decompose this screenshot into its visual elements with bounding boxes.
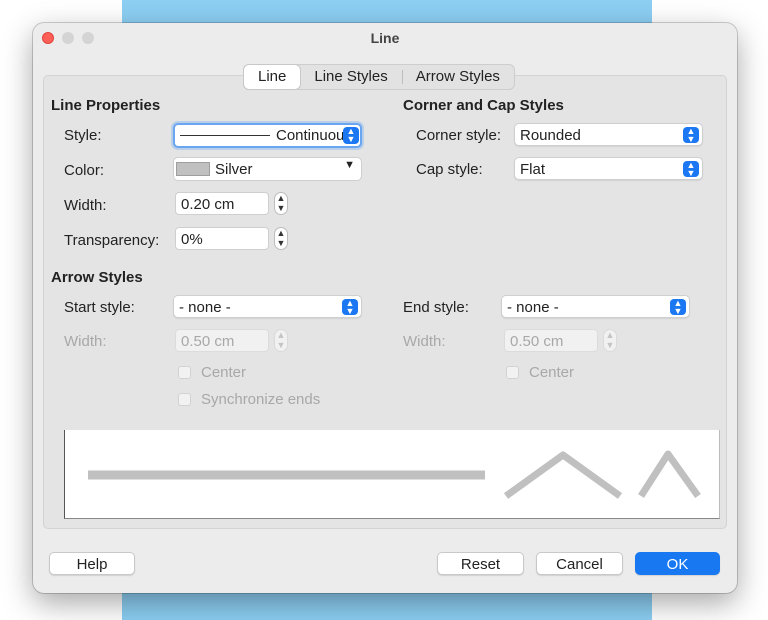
- transparency-stepper[interactable]: ▲ ▼: [274, 227, 288, 250]
- title-bar: Line: [33, 23, 737, 53]
- width-label: Width:: [64, 197, 107, 214]
- color-label: Color:: [64, 162, 105, 179]
- start-style-value: - none -: [179, 299, 231, 316]
- start-style-select[interactable]: - none - ▲ ▼: [173, 295, 362, 318]
- reset-button[interactable]: Reset: [437, 552, 524, 575]
- tab-line[interactable]: Line: [244, 65, 301, 89]
- end-width-stepper[interactable]: ▲ ▼: [603, 329, 617, 352]
- end-center-label: Center: [529, 364, 575, 381]
- line-style-sample: [180, 135, 270, 136]
- synchronize-ends-checkbox[interactable]: [178, 393, 191, 406]
- start-width-label: Width:: [64, 333, 107, 350]
- line-properties-heading: Line Properties: [51, 97, 161, 114]
- start-center-checkbox[interactable]: [178, 366, 191, 379]
- end-style-value: - none -: [507, 299, 559, 316]
- line-preview-drawing: [88, 450, 701, 499]
- cap-style-select[interactable]: Flat ▲ ▼: [514, 157, 703, 180]
- corner-style-value: Rounded: [520, 127, 581, 144]
- help-button[interactable]: Help: [49, 552, 135, 575]
- end-width-input[interactable]: 0.50 cm: [504, 329, 598, 352]
- line-preview: [64, 430, 720, 519]
- select-arrows-icon: ▲ ▼: [342, 299, 358, 316]
- tab-arrow-styles[interactable]: Arrow Styles: [401, 65, 514, 89]
- synchronize-ends-label: Synchronize ends: [201, 391, 321, 408]
- corner-cap-heading: Corner and Cap Styles: [403, 97, 564, 114]
- corner-style-select[interactable]: Rounded ▲ ▼: [514, 123, 703, 146]
- cancel-button[interactable]: Cancel: [536, 552, 623, 575]
- start-width-input[interactable]: 0.50 cm: [175, 329, 269, 352]
- cap-style-value: Flat: [520, 161, 546, 178]
- tab-bar: Line Line Styles Arrow Styles: [243, 64, 515, 90]
- select-arrows-icon: ▲ ▼: [670, 299, 686, 316]
- select-arrows-icon: ▲ ▼: [683, 127, 699, 144]
- ok-button[interactable]: OK: [635, 552, 720, 575]
- arrow-styles-heading: Arrow Styles: [51, 269, 143, 286]
- line-width-stepper[interactable]: ▲ ▼: [274, 192, 288, 215]
- select-arrows-icon: ▲ ▼: [683, 161, 699, 178]
- end-style-label: End style:: [403, 299, 469, 316]
- line-width-input[interactable]: 0.20 cm: [175, 192, 269, 215]
- corner-style-label: Corner style:: [416, 127, 502, 144]
- end-style-select[interactable]: - none - ▲ ▼: [501, 295, 690, 318]
- preview-wide-angle: [503, 451, 623, 499]
- start-center-label: Center: [201, 364, 247, 381]
- start-width-stepper[interactable]: ▲ ▼: [274, 329, 288, 352]
- line-style-select[interactable]: Continuous ▲ ▼: [173, 123, 362, 148]
- color-value: Silver: [215, 161, 253, 178]
- cap-style-label: Cap style:: [416, 161, 483, 178]
- end-width-label: Width:: [403, 333, 446, 350]
- end-center-checkbox[interactable]: [506, 366, 519, 379]
- start-style-label: Start style:: [64, 299, 135, 316]
- line-style-value: Continuous: [276, 127, 352, 144]
- tab-line-styles[interactable]: Line Styles: [300, 65, 401, 89]
- select-arrows-icon: ▲ ▼: [343, 127, 359, 144]
- color-swatch: [176, 162, 210, 176]
- line-color-dropdown[interactable]: Silver ▼: [173, 157, 362, 181]
- chevron-down-icon: ▼: [344, 159, 355, 171]
- dialog-title: Line: [370, 30, 400, 46]
- style-label: Style:: [64, 127, 102, 144]
- transparency-input[interactable]: 0%: [175, 227, 269, 250]
- transparency-label: Transparency:: [64, 232, 160, 249]
- preview-narrow-angle: [638, 450, 701, 499]
